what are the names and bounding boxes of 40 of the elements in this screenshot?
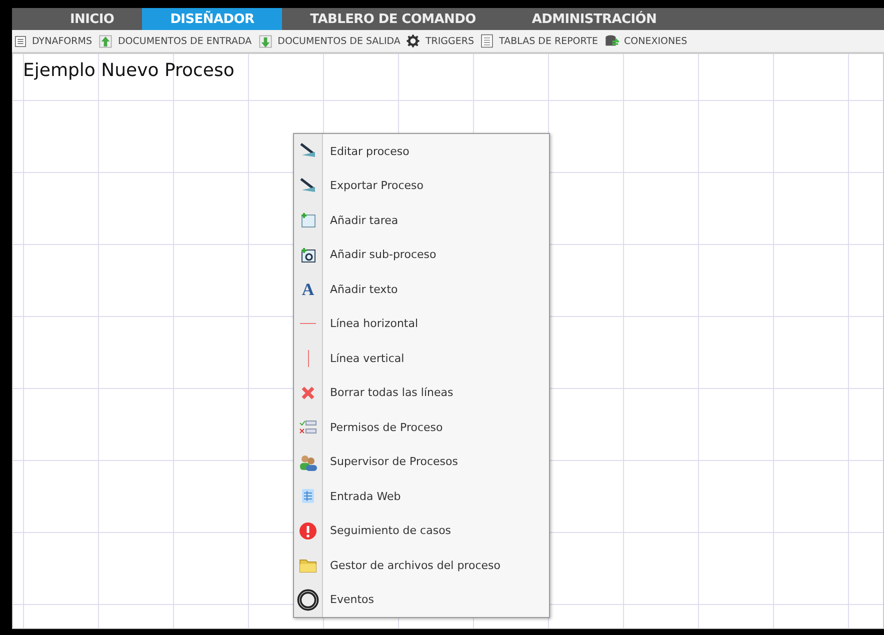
- menu-item[interactable]: Entrada Web: [330, 490, 401, 503]
- menu-item[interactable]: Añadir texto: [330, 282, 398, 296]
- menu-item[interactable]: Añadir tarea: [330, 214, 398, 227]
- letter-icon: A: [302, 280, 314, 298]
- menu-item[interactable]: Editar proceso: [330, 144, 410, 158]
- nav-tab[interactable]: INICIO: [42, 8, 142, 30]
- alert-circle-icon: [299, 522, 317, 540]
- menu-item[interactable]: Exportar Proceso: [330, 179, 424, 192]
- web-form-icon: [299, 487, 317, 506]
- nav-tab[interactable]: ADMINISTRACIÓN: [504, 8, 685, 30]
- menu-item[interactable]: Línea horizontal: [330, 317, 418, 330]
- process-title: Ejemplo Nuevo Proceso: [23, 60, 234, 81]
- menu-item[interactable]: Eventos: [330, 593, 374, 606]
- ring-icon: [297, 588, 319, 611]
- subprocess-add-icon: [299, 246, 317, 264]
- menu-item[interactable]: Seguimiento de casos: [330, 524, 452, 538]
- toolbar-link[interactable]: DYNAFORMS: [32, 36, 92, 46]
- menu-item[interactable]: Borrar todas las líneas: [330, 386, 454, 400]
- list-icon: [14, 34, 27, 48]
- up-arrow-document-icon: [98, 34, 113, 48]
- database-icon: [604, 34, 620, 48]
- menu-item[interactable]: Supervisor de Procesos: [330, 455, 458, 468]
- task-add-icon: [299, 211, 317, 230]
- down-arrow-document-icon: [258, 34, 273, 48]
- horizontal-line-icon: [300, 323, 316, 324]
- menu-item[interactable]: Gestor de archivos del proceso: [330, 558, 500, 572]
- menu-item[interactable]: Línea vertical: [330, 352, 404, 365]
- toolbar-link[interactable]: DOCUMENTOS DE ENTRADA: [118, 36, 252, 46]
- toolbar-link[interactable]: TRIGGERS: [425, 36, 474, 46]
- menu-item[interactable]: Permisos de Proceso: [330, 420, 443, 434]
- permissions-icon: [299, 418, 317, 436]
- toolbar-link[interactable]: DOCUMENTOS DE SALIDA: [278, 36, 400, 46]
- toolbar-link[interactable]: CONEXIONES: [624, 36, 688, 46]
- toolbar-link[interactable]: TABLAS DE REPORTE: [499, 36, 598, 46]
- users-icon: [299, 452, 317, 471]
- nav-tab[interactable]: TABLERO DE COMANDO: [282, 8, 504, 30]
- gear-icon: [406, 34, 420, 48]
- pencil-icon: [299, 176, 317, 195]
- menu-item[interactable]: Añadir sub-proceso: [330, 248, 436, 262]
- table-icon: [480, 34, 494, 48]
